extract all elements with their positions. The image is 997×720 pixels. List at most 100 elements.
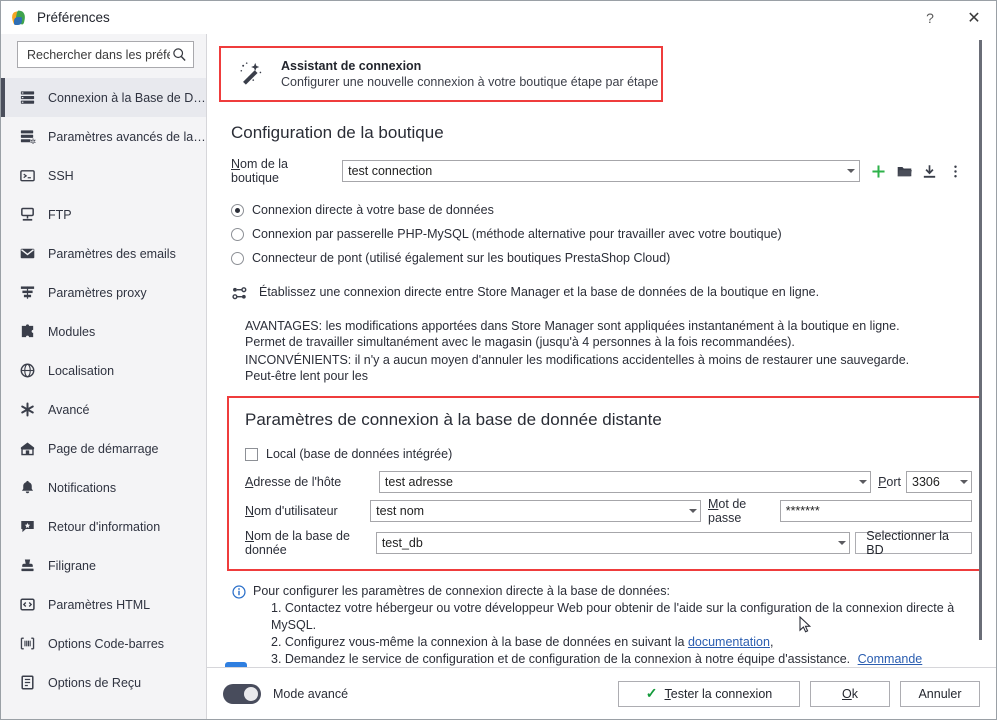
chevron-down-icon[interactable] xyxy=(685,509,700,513)
sidebar-item-ssh[interactable]: SSH xyxy=(1,156,206,195)
wizard-title: Assistant de connexion xyxy=(281,58,422,73)
shop-name-combo[interactable]: test connection xyxy=(342,160,860,182)
envelope-icon xyxy=(18,244,37,263)
username-combo[interactable]: test nom xyxy=(370,500,701,522)
sidebar-item-startup-page[interactable]: Page de démarrage xyxy=(1,429,206,468)
sidebar-item-feedback[interactable]: Retour d'information xyxy=(1,507,206,546)
sidebar-item-proxy-settings[interactable]: Paramètres proxy xyxy=(1,273,206,312)
vertical-scrollbar[interactable] xyxy=(979,36,982,665)
sidebar-item-ftp[interactable]: FTP xyxy=(1,195,206,234)
connection-wizard-card[interactable]: Assistant de connexion Configurer une no… xyxy=(219,46,663,102)
connection-description-text: Établissez une connexion directe entre S… xyxy=(259,285,820,299)
host-combo[interactable]: test adresse xyxy=(378,471,872,493)
chevron-down-icon[interactable] xyxy=(834,541,849,545)
add-connection-button[interactable] xyxy=(868,160,890,182)
dbname-combo[interactable]: test_db xyxy=(375,532,851,554)
butterfly-logo-icon xyxy=(10,9,29,27)
sidebar-item-label: Notifications xyxy=(48,480,117,495)
sidebar-item-database-connection[interactable]: Connexion à la Base de Données xyxy=(1,78,206,117)
port-value: 3306 xyxy=(912,475,940,489)
dbname-row: Nom de la base de donnée test_db Selecti… xyxy=(245,529,972,557)
open-folder-button[interactable] xyxy=(893,160,915,182)
chevron-down-icon[interactable] xyxy=(855,480,870,484)
radio-icon[interactable] xyxy=(231,251,244,265)
magic-wand-icon xyxy=(237,59,267,89)
documentation-link[interactable]: documentation xyxy=(688,635,770,649)
stamp-icon xyxy=(18,556,37,575)
sidebar-item-html-settings[interactable]: Paramètres HTML xyxy=(1,585,206,624)
advanced-mode-label: Mode avancé xyxy=(273,686,349,701)
info-circle-icon xyxy=(231,583,249,667)
ftp-server-icon xyxy=(18,205,37,224)
option-label: Connexion par passerelle PHP-MySQL (méth… xyxy=(252,227,782,241)
sidebar-item-database-advanced[interactable]: ✲ Paramètres avancés de la bas… xyxy=(1,117,206,156)
window-controls: ? ✕ xyxy=(908,1,996,34)
sidebar-item-notifications[interactable]: Notifications xyxy=(1,468,206,507)
ok-button[interactable]: Ok xyxy=(810,680,890,707)
sidebar-item-barcode-options[interactable]: Options Code-barres xyxy=(1,624,206,663)
password-field[interactable]: ******* xyxy=(779,500,972,522)
main-panel: Assistant de connexion Configurer une no… xyxy=(207,34,996,719)
local-db-label: Local (base de données intégrée) xyxy=(266,447,453,461)
receipt-icon xyxy=(18,673,37,692)
local-db-checkbox-row[interactable]: Local (base de données intégrée) xyxy=(245,443,972,465)
import-button[interactable] xyxy=(919,160,941,182)
window-body: Connexion à la Base de Données ✲ Paramèt… xyxy=(1,34,996,719)
sidebar-item-localization[interactable]: Localisation xyxy=(1,351,206,390)
preferences-window: Préférences ? ✕ Conn xyxy=(0,0,997,720)
sidebar-item-label: Page de démarrage xyxy=(48,441,159,456)
close-icon[interactable]: ✕ xyxy=(952,1,996,34)
sidebar-item-modules[interactable]: Modules xyxy=(1,312,206,351)
connection-mode-option-direct[interactable]: Connexion directe à votre base de donnée… xyxy=(231,200,966,220)
connection-mode-option-bridge[interactable]: Connecteur de pont (utilisé également su… xyxy=(231,248,966,268)
sidebar-item-label: Options Code-barres xyxy=(48,636,165,651)
sidebar-item-receipt-options[interactable]: Options de Reçu xyxy=(1,663,206,702)
sidebar-item-label: Avancé xyxy=(48,402,90,417)
radio-icon[interactable] xyxy=(231,227,244,241)
partial-toggle-below-fold xyxy=(225,662,247,667)
search-box[interactable] xyxy=(17,41,194,68)
radio-icon[interactable] xyxy=(231,203,244,217)
option-label: Connecteur de pont (utilisé également su… xyxy=(252,251,671,265)
help-button[interactable]: ? xyxy=(908,1,952,34)
port-combo[interactable]: 3306 xyxy=(906,471,972,493)
sidebar-item-label: Filigrane xyxy=(48,558,96,573)
sidebar-item-label: SSH xyxy=(48,168,74,183)
sidebar-search-wrap xyxy=(1,41,206,76)
sidebar-item-label: Localisation xyxy=(48,363,115,378)
test-connection-label: Tester la connexion xyxy=(664,686,773,701)
shop-name-row: Nom de la boutique test connection xyxy=(231,157,966,185)
direct-connection-info-block: Pour configurer les paramètres de connex… xyxy=(231,583,966,667)
more-options-button[interactable] xyxy=(944,160,966,182)
svg-text:✲: ✲ xyxy=(30,137,36,145)
chevron-down-icon[interactable] xyxy=(844,169,859,173)
sidebar-item-advanced[interactable]: Avancé xyxy=(1,390,206,429)
proxy-icon xyxy=(18,283,37,302)
chevron-down-icon[interactable] xyxy=(956,480,971,484)
dialog-footer: Mode avancé ✓ Tester la connexion Ok Ann… xyxy=(207,667,996,719)
sidebar: Connexion à la Base de Données ✲ Paramèt… xyxy=(1,34,207,719)
commande-link[interactable]: Commande xyxy=(858,652,923,666)
connection-mode-option-gateway[interactable]: Connexion par passerelle PHP-MySQL (méth… xyxy=(231,224,966,244)
code-brackets-icon xyxy=(18,595,37,614)
option-label: Connexion directe à votre base de donnée… xyxy=(252,203,494,217)
host-label: Adresse de l'hôte xyxy=(245,475,342,489)
sidebar-item-email-settings[interactable]: Paramètres des emails xyxy=(1,234,206,273)
connection-drawbacks-text: INCONVÉNIENTS: il n'y a aucun moyen d'an… xyxy=(245,353,910,383)
scrollbar-thumb[interactable] xyxy=(979,40,982,640)
database-icon xyxy=(18,88,37,107)
globe-icon xyxy=(18,361,37,380)
dbname-value: test_db xyxy=(381,536,423,550)
shop-config-heading: Configuration de la boutique xyxy=(231,123,444,142)
feedback-star-icon xyxy=(18,517,37,536)
advanced-mode-toggle[interactable] xyxy=(223,683,261,704)
select-db-button[interactable]: Selectionner la BD xyxy=(855,529,972,557)
window-title: Préférences xyxy=(37,10,110,25)
checkbox-icon[interactable] xyxy=(245,447,258,461)
info-step-2: 2. Configurez vous-même la connexion à l… xyxy=(271,635,685,649)
info-step-3: 3. Demandez le service de configuration … xyxy=(271,652,851,666)
test-connection-button[interactable]: ✓ Tester la connexion xyxy=(618,680,800,707)
search-input[interactable] xyxy=(25,46,172,63)
cancel-button[interactable]: Annuler xyxy=(900,680,980,707)
sidebar-item-watermark[interactable]: Filigrane xyxy=(1,546,206,585)
